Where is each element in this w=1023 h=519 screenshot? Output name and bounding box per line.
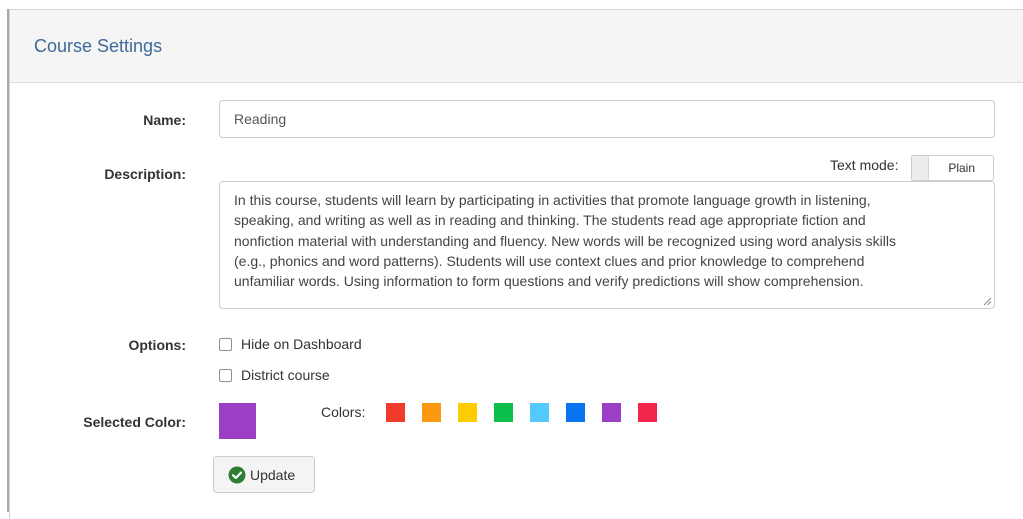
district-course-label: District course	[241, 367, 330, 383]
color-swatch[interactable]	[638, 403, 657, 422]
color-swatch[interactable]	[386, 403, 405, 422]
description-textarea[interactable]: In this course, students will learn by p…	[219, 181, 995, 309]
panel-title: Course Settings	[34, 35, 163, 56]
description-line: speaking, and writing as well as in read…	[234, 212, 866, 229]
options-label: Options:	[128, 337, 186, 353]
text-mode-value: Plain	[948, 161, 975, 175]
hide-on-dashboard-label: Hide on Dashboard	[241, 336, 362, 352]
colors-label: Colors:	[321, 404, 366, 420]
description-line: (e.g., phonics and word patterns). Stude…	[234, 252, 865, 269]
selected-color-swatch	[219, 403, 256, 439]
description-line: unfamiliar words. Using information to f…	[234, 273, 864, 290]
selected-color-label: Selected Color:	[83, 414, 186, 430]
color-swatch[interactable]	[530, 403, 549, 422]
description-label: Description:	[104, 166, 186, 182]
district-course-checkbox[interactable]	[219, 368, 232, 382]
update-button-label: Update	[250, 466, 296, 483]
panel-heading: Course Settings	[10, 10, 1023, 83]
district-course-option[interactable]: District course	[219, 367, 330, 383]
description-line: In this course, students will learn by p…	[234, 192, 871, 208]
color-swatch[interactable]	[494, 403, 513, 422]
description-line: nonfiction material with understanding a…	[234, 232, 896, 249]
color-swatch[interactable]	[602, 403, 621, 422]
color-swatch[interactable]	[458, 403, 477, 422]
text-mode-toggle[interactable]: Plain	[911, 155, 994, 181]
resize-grip-icon[interactable]	[983, 297, 992, 306]
name-input-value: Reading	[234, 111, 287, 127]
color-swatch[interactable]	[566, 403, 585, 422]
name-input[interactable]: Reading	[219, 100, 995, 138]
update-button[interactable]: Update	[213, 456, 315, 493]
hide-on-dashboard-option[interactable]: Hide on Dashboard	[219, 336, 362, 352]
hide-on-dashboard-checkbox[interactable]	[219, 337, 232, 351]
text-mode-label: Text mode:	[830, 157, 899, 173]
name-label: Name:	[143, 112, 186, 128]
check-circle-icon	[228, 466, 246, 483]
color-swatch[interactable]	[422, 403, 441, 422]
